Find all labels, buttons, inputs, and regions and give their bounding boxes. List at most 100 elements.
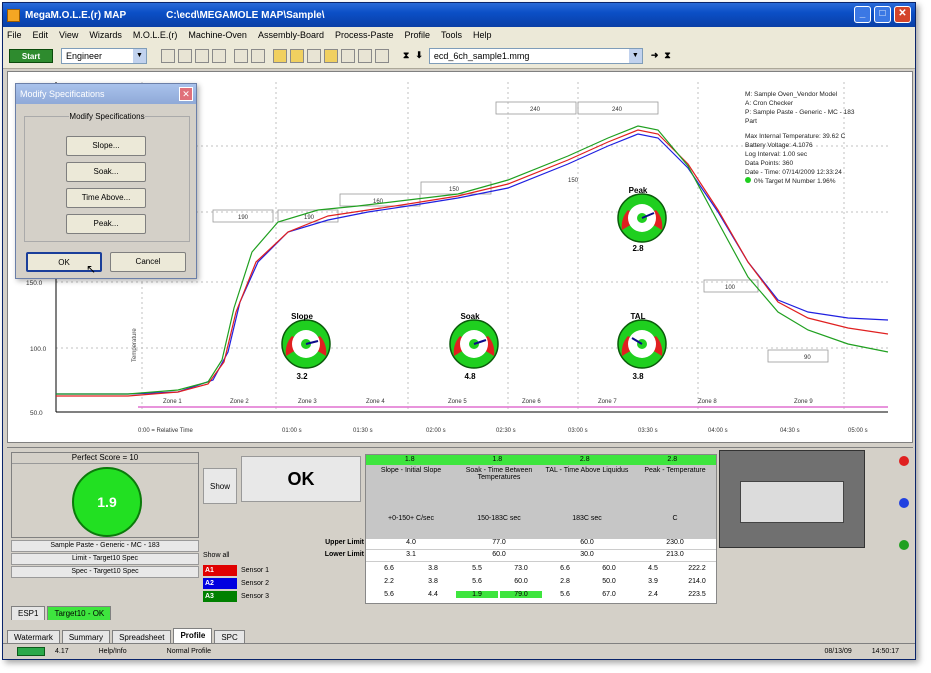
menu-process-paste[interactable]: Process-Paste bbox=[335, 30, 394, 40]
ok-status: OK bbox=[241, 456, 361, 502]
blue-dot-icon[interactable] bbox=[899, 498, 909, 508]
limit-row[interactable]: Limit - Target10 Spec bbox=[11, 553, 199, 565]
oven-image bbox=[719, 450, 865, 548]
menu-help[interactable]: Help bbox=[473, 30, 492, 40]
menu-edit[interactable]: Edit bbox=[33, 30, 49, 40]
show-button[interactable]: Show bbox=[203, 468, 237, 504]
table-icon[interactable] bbox=[341, 48, 355, 63]
legend-line: M: Sample Oven_Vendor Model bbox=[745, 91, 838, 98]
help-icon[interactable] bbox=[375, 48, 389, 63]
app-window: MegaM.O.L.E.(r) MAP C:\ecd\MEGAMOLE MAP\… bbox=[2, 2, 916, 660]
status-bar: 4.17 Help/Info Normal Profile 08/13/09 1… bbox=[3, 643, 915, 659]
zone-label: Zone 4 bbox=[366, 399, 385, 405]
legend-line: 0% Target M Number 1.96% bbox=[754, 178, 836, 185]
tab-profile[interactable]: Profile bbox=[173, 628, 213, 644]
sensor-tag-row[interactable]: A1 Sensor 1 bbox=[203, 564, 361, 576]
sensor-tag-row[interactable]: A3 Sensor 3 bbox=[203, 590, 361, 602]
sensor-value: 223.5 bbox=[688, 591, 706, 598]
start-button[interactable]: Start bbox=[9, 48, 53, 63]
sensor-value: 214.0 bbox=[688, 578, 706, 585]
sheet-tab-esp1[interactable]: ESP1 bbox=[11, 606, 46, 620]
warning-icon[interactable] bbox=[290, 48, 304, 63]
green-dot-icon[interactable] bbox=[899, 540, 909, 550]
sensor-value: 5.6 bbox=[560, 591, 570, 598]
zone-label: Zone 3 bbox=[298, 399, 317, 405]
sensor-value: 6.6 bbox=[384, 565, 394, 572]
export-icon[interactable]: ⧗ bbox=[664, 50, 670, 61]
rating-cell: 2.8 bbox=[667, 456, 678, 463]
arrow-down-icon[interactable]: ⬇ bbox=[415, 50, 423, 61]
gauge-soak[interactable] bbox=[449, 319, 499, 369]
folder-icon[interactable] bbox=[273, 48, 287, 63]
col-unit: +0-150+ C/sec bbox=[388, 515, 434, 522]
sensor-tag-row[interactable]: A2 Sensor 2 bbox=[203, 577, 361, 589]
upper-value: 77.0 bbox=[492, 539, 506, 546]
arrow-right-icon[interactable]: ➜ bbox=[651, 50, 659, 61]
gauge-soak-name: Soak bbox=[460, 312, 480, 321]
gauge-tal[interactable] bbox=[617, 319, 667, 369]
menu-profile[interactable]: Profile bbox=[405, 30, 431, 40]
show-all-label[interactable]: Show all bbox=[203, 552, 229, 559]
menu-tools[interactable]: Tools bbox=[441, 30, 462, 40]
time-above-button[interactable]: Time Above... bbox=[66, 188, 146, 208]
legend-line: Part bbox=[745, 118, 757, 125]
slope-button[interactable]: Slope... bbox=[66, 136, 146, 156]
sort-icon[interactable]: ⧗ bbox=[403, 50, 409, 61]
gauge-soak-value: 4.8 bbox=[464, 372, 476, 381]
menu-file[interactable]: File bbox=[7, 30, 22, 40]
oven-body bbox=[740, 481, 844, 523]
tab-watermark[interactable]: Watermark bbox=[7, 630, 60, 644]
red-dot-icon[interactable] bbox=[899, 456, 909, 466]
zone-label: Zone 1 bbox=[163, 399, 182, 405]
settings-icon[interactable] bbox=[358, 48, 372, 63]
col-unit: 183C sec bbox=[572, 515, 602, 522]
close-icon[interactable]: ✕ bbox=[179, 87, 193, 101]
dialog-title: Modify Specifications bbox=[16, 84, 196, 104]
menu-wizards[interactable]: Wizards bbox=[89, 30, 122, 40]
highlight-icon[interactable] bbox=[324, 48, 338, 63]
tab-spreadsheet[interactable]: Spreadsheet bbox=[112, 630, 172, 644]
y-axis-label: Temperature bbox=[132, 328, 138, 362]
tab-summary[interactable]: Summary bbox=[61, 630, 111, 644]
sensor-label: Sensor 1 bbox=[241, 566, 270, 574]
cursor-icon: ↖ bbox=[86, 262, 97, 276]
y-tick: 150.0 bbox=[26, 280, 43, 287]
minimize-icon[interactable]: _ bbox=[854, 6, 871, 23]
chart-icon[interactable] bbox=[307, 48, 321, 63]
upper-limit-row: Upper Limit 4.0 77.0 60.0 230.0 bbox=[325, 539, 716, 550]
upper-value: 60.0 bbox=[580, 539, 594, 546]
maximize-icon[interactable]: □ bbox=[874, 6, 891, 23]
legend-line: Date - Time: 07/14/2009 12:33:24 bbox=[745, 169, 842, 176]
tab-spc[interactable]: SPC bbox=[214, 630, 245, 644]
x-tick: 01:00 s bbox=[282, 428, 302, 434]
score-box: Perfect Score = 10 1.9 bbox=[11, 452, 199, 538]
menu-assembly-board[interactable]: Assembly-Board bbox=[258, 30, 324, 40]
gauge-slope[interactable] bbox=[281, 319, 331, 369]
results-panel: Perfect Score = 10 1.9 Sample Paste - Ge… bbox=[7, 447, 913, 620]
menu-machine-oven[interactable]: Machine-Oven bbox=[188, 30, 247, 40]
spec-row[interactable]: Spec - Target10 Spec bbox=[11, 566, 199, 578]
x-tick: 0:00 = Relative Time bbox=[138, 428, 194, 434]
upper-limit-label: Upper Limit bbox=[325, 539, 364, 546]
paste-row[interactable]: Sample Paste - Generic - MC - 183 bbox=[11, 540, 199, 552]
new-icon[interactable] bbox=[161, 48, 175, 63]
zoom-out-icon[interactable] bbox=[251, 48, 265, 63]
menu-mole[interactable]: M.O.L.E.(r) bbox=[133, 30, 178, 40]
cancel-button[interactable]: Cancel bbox=[110, 252, 186, 272]
user-level-combo[interactable]: Engineer ▼ bbox=[61, 47, 147, 64]
gauge-peak[interactable] bbox=[617, 193, 667, 243]
chevron-down-icon: ▼ bbox=[628, 48, 642, 63]
open-icon[interactable] bbox=[178, 48, 192, 63]
peak-button[interactable]: Peak... bbox=[66, 214, 146, 234]
soak-button[interactable]: Soak... bbox=[66, 162, 146, 182]
close-icon[interactable]: ✕ bbox=[894, 6, 911, 23]
profile-file-combo[interactable]: ecd_6ch_sample1.mmg ▼ bbox=[428, 47, 643, 64]
col-unit: C bbox=[672, 515, 678, 522]
zoom-in-icon[interactable] bbox=[234, 48, 248, 63]
menu-view[interactable]: View bbox=[59, 30, 78, 40]
sensor-value: 60.0 bbox=[602, 565, 616, 572]
sensor-value: 5.6 bbox=[384, 591, 394, 598]
print-icon[interactable] bbox=[212, 48, 226, 63]
save-icon[interactable] bbox=[195, 48, 209, 63]
sheet-tab-target[interactable]: Target10 - OK bbox=[47, 606, 112, 620]
